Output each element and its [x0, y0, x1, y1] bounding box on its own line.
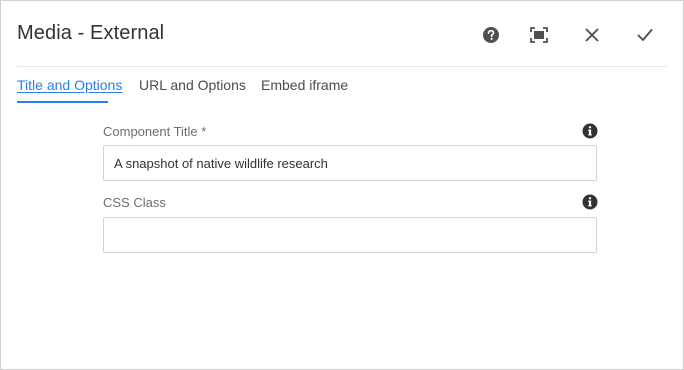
fullscreen-icon	[530, 27, 548, 43]
tab-title-and-options[interactable]: Title and Options	[17, 77, 122, 99]
close-icon	[585, 28, 599, 42]
info-icon[interactable]	[582, 123, 598, 139]
dialog-header: Media - External	[1, 1, 683, 67]
css-class-input[interactable]	[103, 217, 597, 253]
checkmark-icon	[637, 29, 653, 41]
selected-tab-indicator	[17, 101, 108, 103]
help-icon	[483, 27, 499, 43]
close-button[interactable]	[580, 23, 604, 47]
done-button[interactable]	[633, 23, 657, 47]
tab-url-and-options[interactable]: URL and Options	[139, 77, 246, 99]
media-external-dialog: Media - External Title and Options URL a…	[0, 0, 684, 370]
info-icon[interactable]	[582, 194, 598, 210]
fullscreen-button[interactable]	[527, 23, 551, 47]
component-title-label: Component Title *	[103, 124, 207, 139]
help-button[interactable]	[479, 23, 503, 47]
dialog-title: Media - External	[17, 22, 165, 44]
tab-embed-iframe[interactable]: Embed iframe	[261, 77, 348, 99]
component-title-input[interactable]	[103, 145, 597, 181]
css-class-label: CSS Class	[103, 195, 166, 210]
header-divider	[17, 66, 667, 67]
